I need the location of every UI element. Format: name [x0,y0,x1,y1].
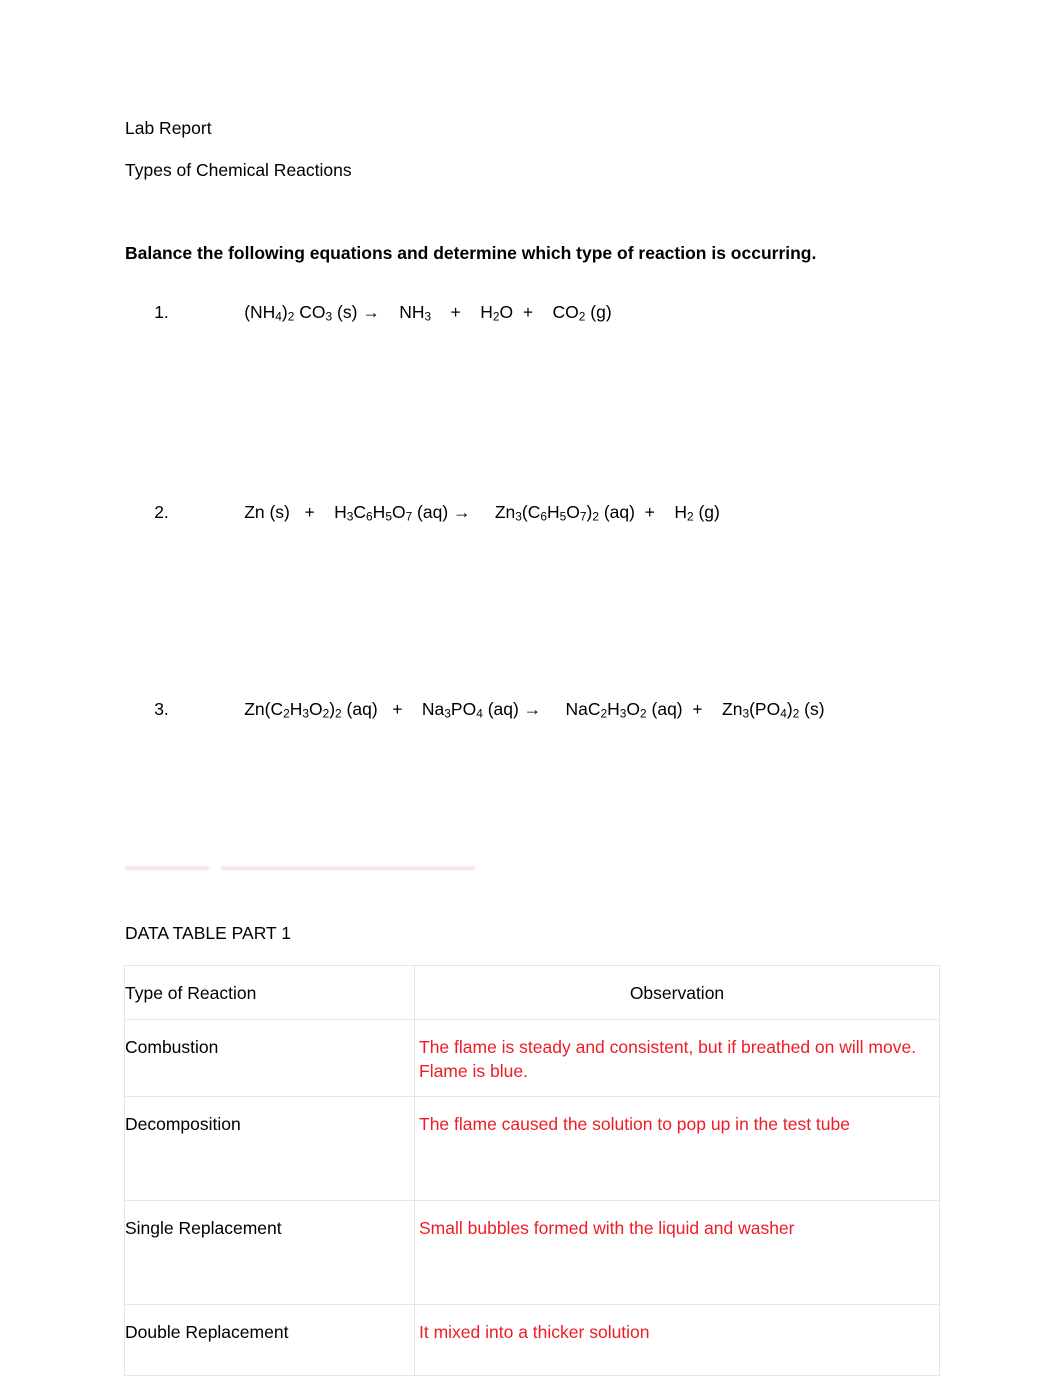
table-cell-observation[interactable]: It mixed into a thicker solution [414,1304,940,1376]
reaction-type-label: Double Replacement [125,1322,289,1342]
table-row: Double Replacement It mixed into a thick… [124,1304,940,1376]
observation-text: The flame is steady and consistent, but … [419,1037,921,1082]
table-cell-reaction-type: Single Replacement [124,1200,415,1305]
table-cell-observation[interactable]: The flame caused the solution to pop up … [414,1096,940,1201]
data-table-caption: DATA TABLE PART 1 [125,923,291,943]
table-cell-reaction-type: Decomposition [124,1096,415,1201]
equation-number-2: 2. [154,501,169,522]
equation-item-2: 2. Zn (s) + H3C6H5O7 (aq) → Zn3(C6H5O7)2 … [125,486,720,539]
equation-item-1: 1. (NH4)2 CO3 (s) → NH3 + H2O + CO2 (g) [125,286,612,339]
reaction-type-label: Single Replacement [125,1218,282,1238]
pink-artifact-line [125,862,475,876]
data-table-part-1: Type of Reaction Observation Combustion … [124,965,940,1376]
table-cell-reaction-type: Combustion [124,1019,415,1097]
table-row: Decomposition The flame caused the solut… [124,1096,940,1201]
page-title: Lab Report [125,118,212,138]
equation-body-1: (NH4)2 CO3 (s) → NH3 + H2O + CO2 (g) [244,301,612,324]
observation-text: It mixed into a thicker solution [419,1322,650,1342]
table-cell-observation[interactable]: The flame is steady and consistent, but … [414,1019,940,1097]
equation-item-3: 3. Zn(C2H3O2)2 (aq) + Na3PO4 (aq) → NaC2H… [125,683,825,736]
table-header-cell-type: Type of Reaction [124,965,415,1020]
table-cell-reaction-type: Double Replacement [124,1304,415,1376]
table-header-cell-observation: Observation [414,965,940,1020]
observation-text: The flame caused the solution to pop up … [419,1114,850,1134]
equation-body-3: Zn(C2H3O2)2 (aq) + Na3PO4 (aq) → NaC2H3O… [244,698,825,721]
instruction-heading: Balance the following equations and dete… [125,243,817,263]
table-header-label-observation: Observation [629,983,725,1003]
reaction-type-label: Combustion [125,1037,219,1057]
equation-number-1: 1. [154,301,169,322]
table-row: Single Replacement Small bubbles formed … [124,1200,940,1305]
document-page: Lab Report Types of Chemical Reactions B… [0,0,1062,1377]
observation-text: Small bubbles formed with the liquid and… [419,1218,795,1238]
table-header-row: Type of Reaction Observation [124,965,940,1020]
reaction-type-label: Decomposition [125,1114,241,1134]
equation-body-2: Zn (s) + H3C6H5O7 (aq) → Zn3(C6H5O7)2 (a… [244,501,720,524]
document-subtitle: Types of Chemical Reactions [125,160,352,180]
table-header-label-type: Type of Reaction [125,983,257,1003]
equation-number-3: 3. [154,698,169,719]
table-cell-observation[interactable]: Small bubbles formed with the liquid and… [414,1200,940,1305]
table-row: Combustion The flame is steady and consi… [124,1019,940,1097]
